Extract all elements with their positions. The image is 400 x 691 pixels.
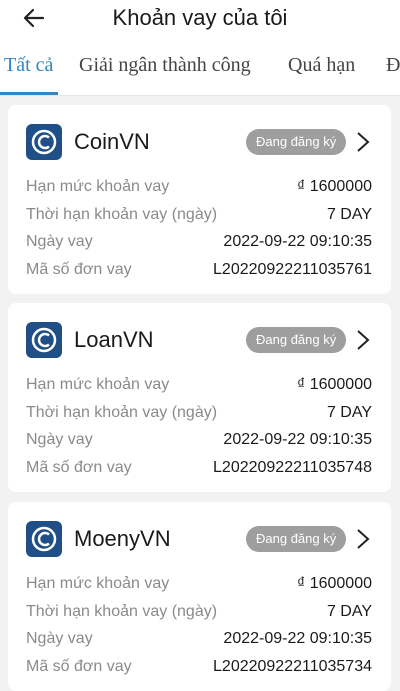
loan-date-label: Ngày vay [26,630,93,647]
loan-limit-value: ₫ 1600000 [297,178,372,195]
loan-date-row: Ngày vay 2022-09-22 09:10:35 [26,628,372,650]
tab-disbursed[interactable]: Giải ngân thành công [79,54,251,77]
coin-logo-icon [26,124,62,160]
loan-limit-row: Hạn mức khoản vay ₫ 1600000 [26,176,372,198]
loan-id-row: Mã số đơn vay L20220922211035748 [26,457,372,479]
loan-limit-row: Hạn mức khoản vay ₫ 1600000 [26,573,372,595]
loan-id-row: Mã số đơn vay L20220922211035761 [26,259,372,281]
loan-card-header: CoinVN Đang đăng ký [8,105,391,165]
loan-limit-value: ₫ 1600000 [297,575,372,592]
loan-limit-row: Hạn mức khoản vay ₫ 1600000 [26,374,372,396]
loan-term-row: Thời hạn khoản vay (ngày) 7 DAY [26,204,372,226]
loan-term-value: 7 DAY [326,603,372,620]
loan-id-label: Mã số đơn vay [26,459,132,476]
loan-id-row: Mã số đơn vay L20220922211035734 [26,656,372,678]
loan-date-row: Ngày vay 2022-09-22 09:10:35 [26,231,372,253]
loan-id-label: Mã số đơn vay [26,658,132,675]
lender-name: CoinVN [74,129,150,154]
loan-term-value: 7 DAY [326,404,372,421]
loan-date-value: 2022-09-22 09:10:35 [223,431,372,448]
chevron-right-icon[interactable] [352,327,374,353]
tab-all[interactable]: Tất cả [4,54,53,77]
status-badge: Đang đăng ký [246,129,347,155]
app-header: Khoản vay của tôi [0,0,400,36]
lender-name: LoanVN [74,327,154,352]
loan-id-value: L20220922211035734 [213,658,372,675]
tab-indicator [0,92,58,95]
loan-id-value: L20220922211035748 [213,459,372,476]
loan-term-label: Thời hạn khoản vay (ngày) [26,404,218,421]
loan-card[interactable]: CoinVN Đang đăng ký Hạn mức khoản vay ₫ … [8,105,391,294]
chevron-right-icon[interactable] [352,129,374,155]
loan-term-value: 7 DAY [326,206,372,223]
loan-card-header: LoanVN Đang đăng ký [8,303,391,363]
loan-card[interactable]: MoenyVN Đang đăng ký Hạn mức khoản vay ₫… [8,502,391,691]
page-title: Khoản vay của tôi [112,5,288,30]
loan-date-row: Ngày vay 2022-09-22 09:10:35 [26,429,372,451]
loan-date-label: Ngày vay [26,431,93,448]
loan-term-row: Thời hạn khoản vay (ngày) 7 DAY [26,402,372,424]
loan-term-label: Thời hạn khoản vay (ngày) [26,206,218,223]
tab-bar: Tất cả Giải ngân thành công Quá hạn Đ [0,36,400,96]
loan-limit-value: ₫ 1600000 [297,376,372,393]
coin-logo-icon [26,322,62,358]
loan-date-value: 2022-09-22 09:10:35 [223,630,372,647]
lender-name: MoenyVN [74,526,171,551]
loan-limit-label: Hạn mức khoản vay [26,178,170,195]
status-badge: Đang đăng ký [246,327,347,353]
loan-date-label: Ngày vay [26,233,93,250]
chevron-right-icon[interactable] [352,526,374,552]
coin-logo-icon [26,521,62,557]
loan-term-row: Thời hạn khoản vay (ngày) 7 DAY [26,601,372,623]
loan-card[interactable]: LoanVN Đang đăng ký Hạn mức khoản vay ₫ … [8,303,391,492]
loan-id-value: L20220922211035761 [213,261,372,278]
loan-limit-label: Hạn mức khoản vay [26,575,170,592]
tab-overdue[interactable]: Quá hạn [288,54,355,77]
status-badge: Đang đăng ký [246,526,347,552]
loan-date-value: 2022-09-22 09:10:35 [223,233,372,250]
loan-limit-label: Hạn mức khoản vay [26,376,170,393]
loan-card-header: MoenyVN Đang đăng ký [8,502,391,562]
loan-id-label: Mã số đơn vay [26,261,132,278]
tab-next[interactable]: Đ [386,54,400,77]
loan-term-label: Thời hạn khoản vay (ngày) [26,603,218,620]
